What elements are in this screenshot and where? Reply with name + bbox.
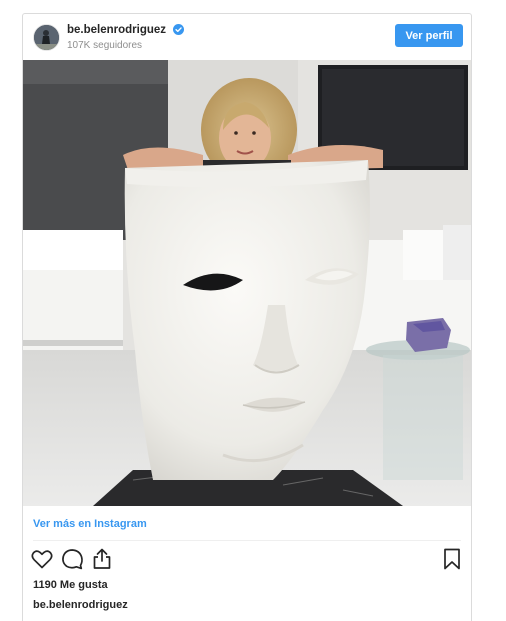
instagram-embed-card: be.belenrodriguez 107K seguidores Ver pe… xyxy=(22,13,472,621)
verified-badge-icon xyxy=(173,24,185,35)
likes-count[interactable]: 1190 Me gusta xyxy=(33,579,108,591)
followers-count: 107K seguidores xyxy=(67,40,143,51)
username[interactable]: be.belenrodriguez xyxy=(67,24,166,36)
view-more-on-instagram-link[interactable]: Ver más en Instagram xyxy=(33,518,147,530)
profile-avatar[interactable] xyxy=(33,24,60,51)
post-header: be.belenrodriguez 107K seguidores Ver pe… xyxy=(23,14,471,58)
comment-icon[interactable] xyxy=(60,547,84,571)
divider xyxy=(33,540,461,541)
share-icon[interactable] xyxy=(90,547,114,571)
bookmark-icon[interactable] xyxy=(440,547,464,571)
post-photo[interactable] xyxy=(23,60,471,506)
photo-illustration xyxy=(23,60,471,506)
caption-username[interactable]: be.belenrodriguez xyxy=(33,599,128,611)
heart-icon[interactable] xyxy=(30,547,54,571)
action-bar xyxy=(23,547,471,575)
view-profile-button[interactable]: Ver perfil xyxy=(395,24,463,47)
username-row[interactable]: be.belenrodriguez xyxy=(67,24,185,36)
